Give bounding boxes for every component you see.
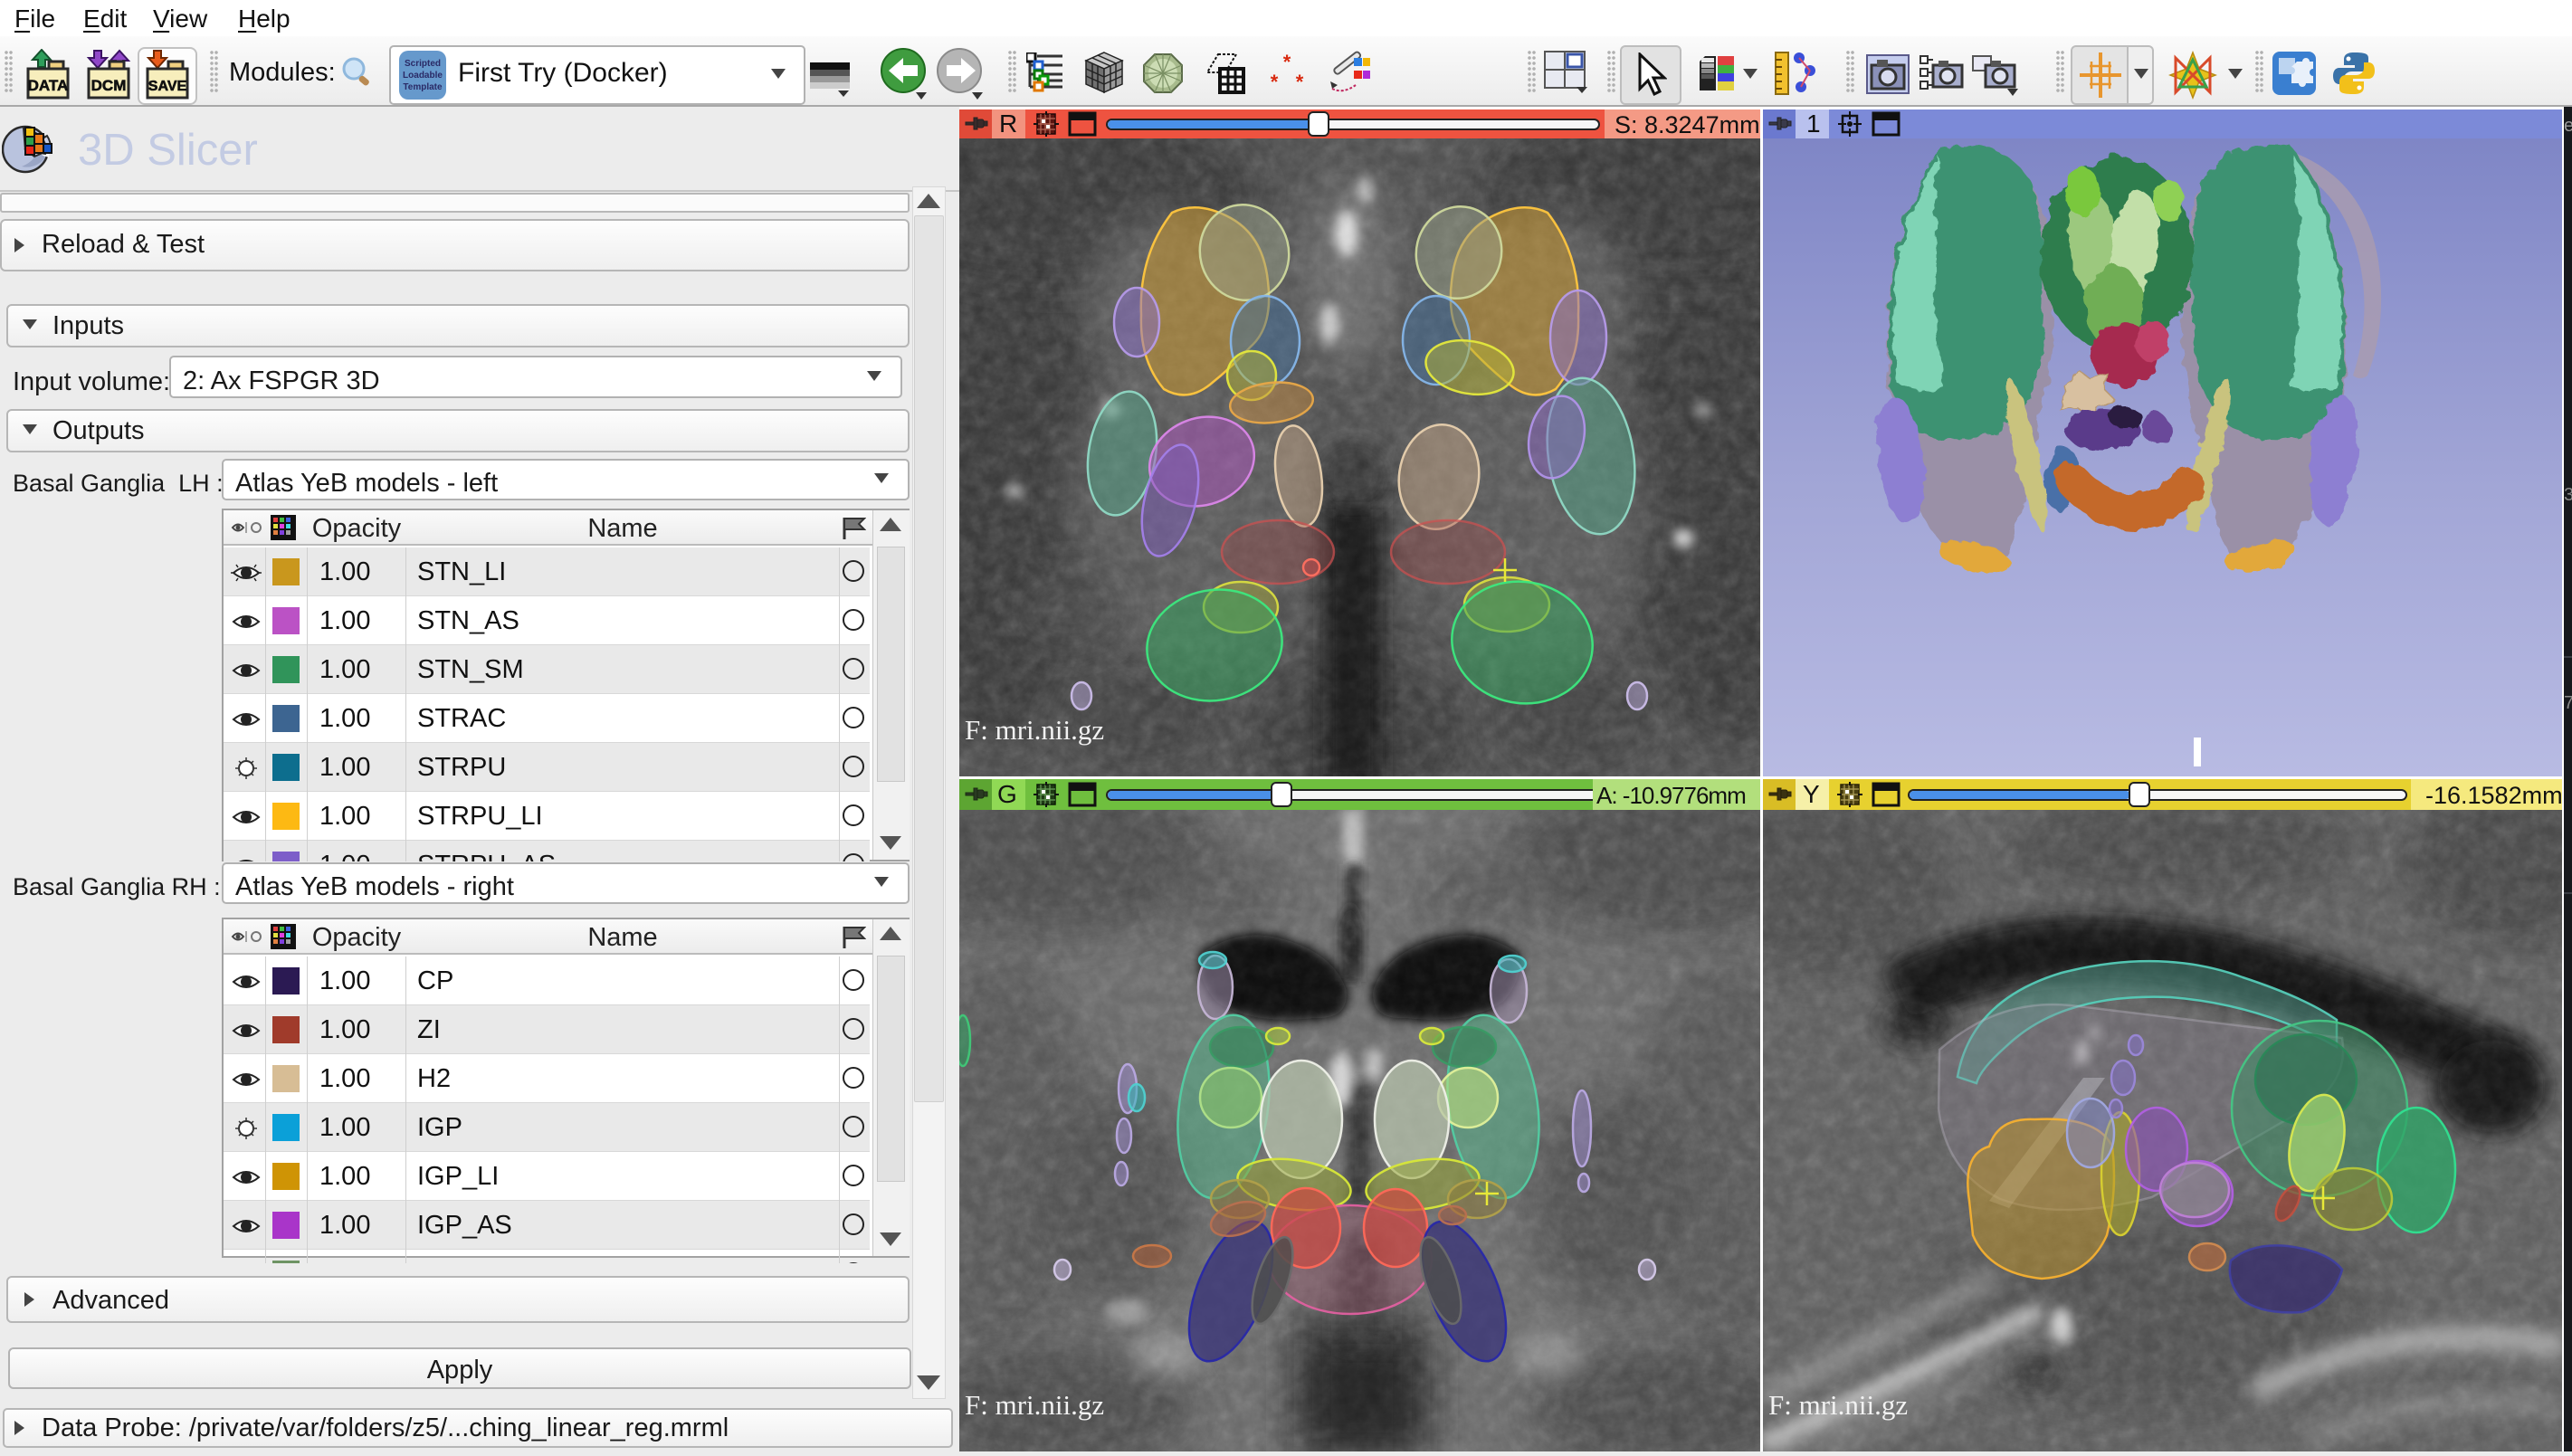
svg-text:*: *: [1296, 71, 1304, 92]
svg-text:Scripted: Scripted: [405, 59, 441, 69]
svg-text:SAVE: SAVE: [148, 79, 187, 94]
svg-text:F: mri.nii.gz: F: mri.nii.gz: [1768, 1389, 1908, 1421]
svg-text:DATA: DATA: [28, 77, 69, 94]
svg-text:*: *: [1271, 71, 1279, 92]
svg-text:Loadable: Loadable: [403, 71, 443, 81]
svg-text:Template: Template: [403, 82, 443, 92]
svg-text:*: *: [1283, 54, 1291, 73]
svg-text:F: mri.nii.gz: F: mri.nii.gz: [965, 1389, 1104, 1421]
svg-text:DCM: DCM: [91, 77, 127, 94]
svg-text:F: mri.nii.gz: F: mri.nii.gz: [965, 714, 1104, 746]
